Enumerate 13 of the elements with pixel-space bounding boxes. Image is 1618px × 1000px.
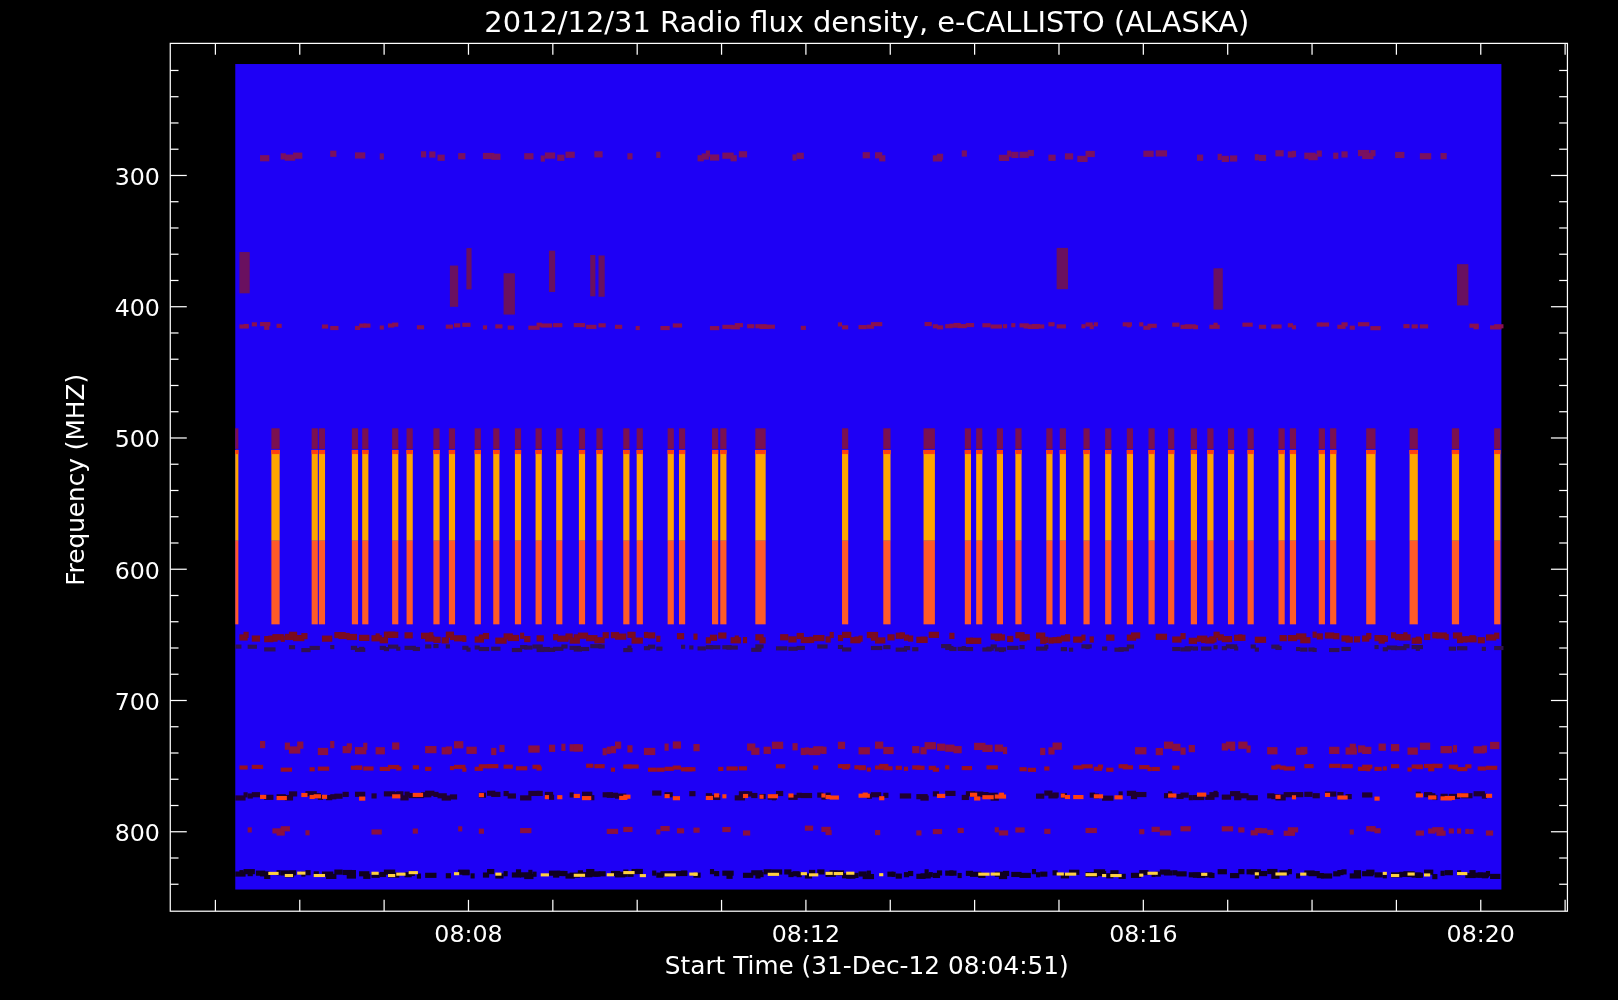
tick-label: 08:12: [771, 920, 841, 949]
axis-title: Start Time (31-Dec-12 08:04:51): [664, 951, 1069, 981]
tick-label: 600: [114, 556, 160, 585]
tick-label: 400: [114, 294, 160, 322]
chart-title: 2012/12/31 Radio flux density, e-CALLISTO (ALASKA): [484, 5, 1250, 40]
tick-label: 08:20: [1446, 920, 1515, 949]
tick-label: 300: [114, 162, 160, 191]
tick-label: 700: [114, 687, 160, 716]
tick-label: 08:16: [1109, 920, 1178, 949]
tick-label: 800: [114, 819, 160, 848]
tick-label: 08:08: [434, 920, 503, 949]
tick-label: 500: [114, 425, 160, 454]
axis-title: Frequency (MHZ): [60, 373, 90, 586]
